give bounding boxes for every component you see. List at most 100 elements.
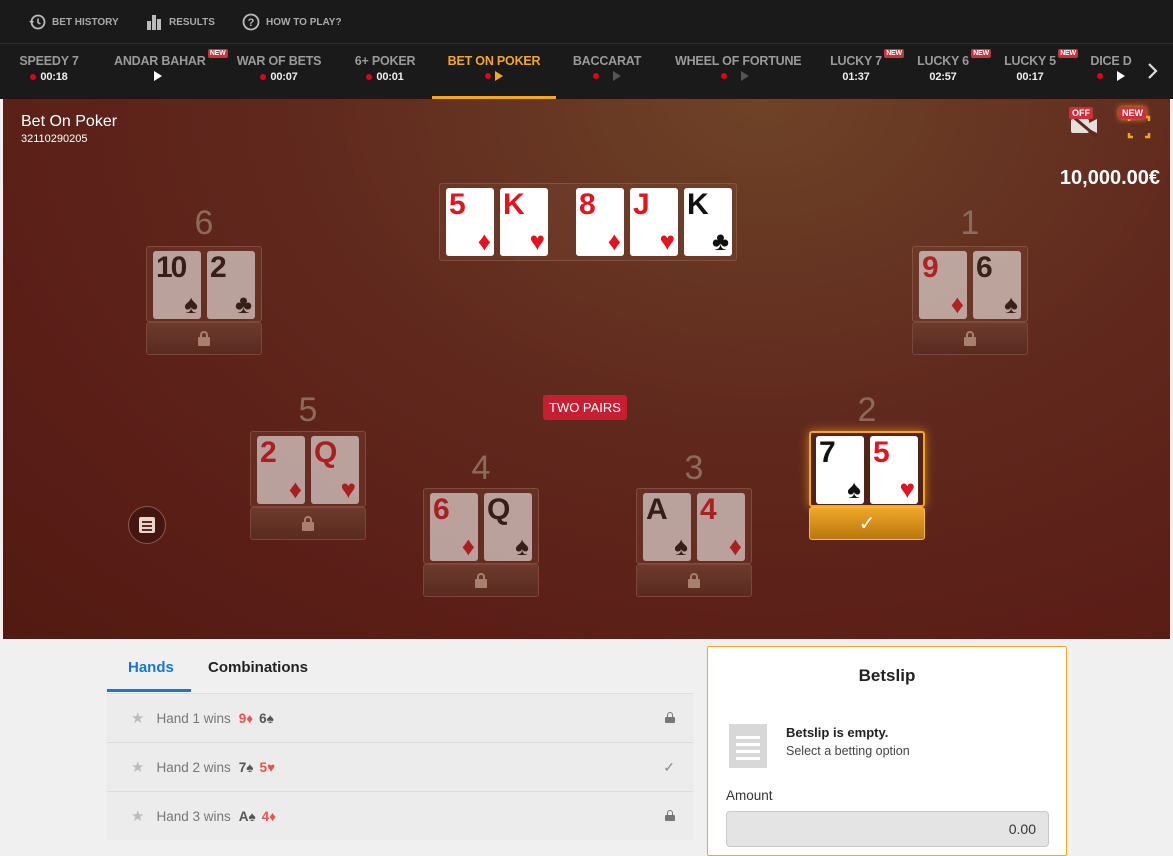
help-icon: ? [242,13,260,31]
amount-label: Amount [726,788,773,803]
play-icon [1117,71,1125,81]
history-icon [28,13,46,31]
star-icon[interactable]: ★ [131,807,144,825]
lock-icon [197,331,211,346]
new-badge: NEW [884,49,904,58]
game-name: WAR OF BETS [236,54,322,68]
notes-button[interactable] [128,506,166,544]
bet-button-locked[interactable] [250,507,366,540]
top-bar: BET HISTORY RESULTS ? HOW TO PLAY? [0,0,1173,44]
fullscreen-button[interactable]: NEW [1115,105,1155,141]
hand-4[interactable]: 4 6 ♦ Q ♠ [423,449,539,601]
hand-card: 2 ♦ [257,436,305,504]
video-toggle-button[interactable]: OFF [1065,105,1101,141]
how-to-play-link[interactable]: ? HOW TO PLAY? [242,12,342,32]
new-badge: NEW [1058,49,1078,58]
game-name: LUCKY 6 [917,54,969,68]
betting-panel: Hands Combinations ★ Hand 1 wins 9♦ 6♠ ★… [0,639,1173,856]
game-tab-wheel-of-fortune[interactable]: WHEEL OF FORTUNE [675,44,802,99]
game-name: WHEEL OF FORTUNE [675,54,802,68]
bet-history-link[interactable]: BET HISTORY [28,12,119,32]
market-card: 4♦ [261,808,277,824]
game-name: BET ON POKER [447,54,541,68]
hand-number: 2 [857,391,877,429]
game-name: DICE D [1090,54,1132,68]
hand-card: 9 ♦ [919,251,967,319]
new-badge: NEW [1119,107,1146,119]
bet-history-label: BET HISTORY [52,16,119,28]
bet-button-locked[interactable] [912,322,1028,355]
play-icon [741,71,749,81]
hand-card: 7 ♠ [816,436,864,504]
play-icon [154,71,162,81]
game-timer: 00:07 [270,71,298,83]
game-table: Bet On Poker 32110290205 OFF NEW 10,000.… [3,99,1170,639]
hand-2[interactable]: 2 7 ♠ 5 ♥ ✓ [809,391,925,543]
hand-5[interactable]: 5 2 ♦ Q ♥ [250,391,366,543]
game-timer: 00:18 [40,71,68,83]
game-tab-lucky-5[interactable]: LUCKY 5 NEW 00:17 [1001,44,1078,99]
amount-input[interactable]: 0.00 [726,811,1049,847]
live-dot [485,73,491,79]
hand-1[interactable]: 1 9 ♦ 6 ♠ [912,204,1028,356]
star-icon[interactable]: ★ [131,709,144,727]
market-row-hand-3[interactable]: ★ Hand 3 wins A♠ 4♦ [107,791,693,840]
hand-number: 1 [960,204,980,242]
bet-button-locked[interactable] [636,564,752,597]
game-tab-6-poker[interactable]: 6+ POKER 00:01 [350,44,420,99]
hand-6[interactable]: 6 10 ♠ 2 ♣ [146,204,262,356]
game-tab-lucky-6[interactable]: LUCKY 6 NEW 02:57 [914,44,991,99]
live-dot [30,74,37,80]
game-tab-speedy-7[interactable]: SPEEDY 7 00:18 [14,44,84,99]
tab-hands[interactable]: Hands [128,659,174,676]
star-icon[interactable]: ★ [131,758,144,776]
hand-card: 6 ♠ [973,251,1021,319]
games-nav: SPEEDY 7 00:18 ANDAR BAHAR NEW WAR OF BET… [0,44,1173,99]
game-tab-bet-on-poker[interactable]: BET ON POKER [432,44,556,99]
board-card: K ♥ [500,188,548,256]
round-id: 32110290205 [21,133,88,145]
betslip-empty-title: Betslip is empty. [786,725,889,740]
market-tabs: Hands Combinations [107,651,693,693]
market-card: 6♠ [259,710,274,726]
game-name: LUCKY 7 [830,54,882,68]
game-tab-lucky-7[interactable]: LUCKY 7 NEW 01:37 [826,44,904,99]
betslip: Betslip Betslip is empty. Select a betti… [707,646,1067,856]
betslip-empty-subtitle: Select a betting option [786,744,910,758]
bet-button-locked[interactable] [146,322,262,355]
how-to-play-label: HOW TO PLAY? [266,16,342,28]
game-tab-dice-duel[interactable]: DICE D [1088,44,1134,99]
lock-icon [665,808,675,824]
balance: 10,000.00€ [1059,167,1160,189]
hand-card: 2 ♣ [207,251,255,319]
hand-card: A ♠ [643,493,691,561]
game-timer: 01:37 [842,71,870,83]
bet-button-locked[interactable] [423,564,539,597]
hand-card: 6 ♦ [430,493,478,561]
hand-card: Q ♥ [311,436,359,504]
market-label: Hand 1 wins [156,710,231,726]
live-dot [260,74,267,80]
game-name: BACCARAT [572,54,642,68]
board-card: K ♣ [684,188,732,256]
game-name: SPEEDY 7 [19,54,79,68]
bet-button-winner[interactable]: ✓ [809,507,925,540]
results-link[interactable]: RESULTS [145,12,215,32]
market-row-hand-2[interactable]: ★ Hand 2 wins 7♠ 5♥ ✓ [107,742,693,791]
game-tab-war-of-bets[interactable]: WAR OF BETS 00:07 [236,44,322,99]
lock-icon [665,710,675,726]
lock-icon [963,331,977,346]
tab-combinations[interactable]: Combinations [208,659,308,676]
game-tab-andar-bahar[interactable]: ANDAR BAHAR NEW [114,44,228,99]
game-name: LUCKY 5 [1004,54,1056,68]
market-label: Hand 3 wins [156,808,231,824]
hand-number: 5 [298,391,318,429]
document-icon [139,517,155,533]
game-timer: 00:17 [1016,71,1044,83]
chevron-right-icon[interactable] [1147,62,1159,85]
hand-3[interactable]: 3 A ♠ 4 ♦ [636,449,752,601]
market-list: ★ Hand 1 wins 9♦ 6♠ ★ Hand 2 wins 7♠ 5♥ … [107,693,693,840]
new-badge: NEW [971,49,991,58]
market-row-hand-1[interactable]: ★ Hand 1 wins 9♦ 6♠ [107,693,693,742]
game-tab-baccarat[interactable]: BACCARAT [570,44,644,99]
